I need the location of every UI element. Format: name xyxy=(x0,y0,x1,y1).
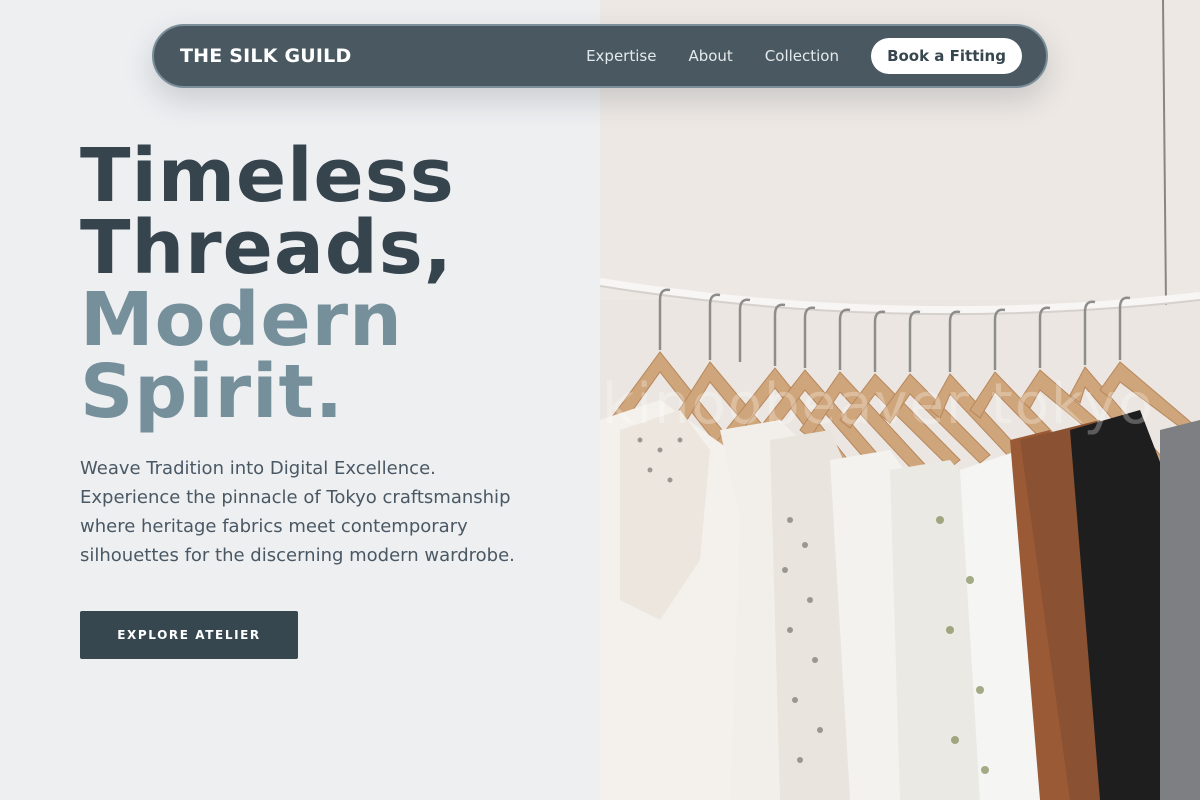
nav-link-collection[interactable]: Collection xyxy=(765,47,839,65)
nav-links: Expertise About Collection Book a Fittin… xyxy=(586,38,1022,74)
brand-logo[interactable]: THE SILK GUILD xyxy=(180,45,351,67)
landing-page: Timeless Threads, Modern Spirit. Weave T… xyxy=(0,0,1200,800)
description-line: where heritage fabrics meet contemporary xyxy=(80,516,468,537)
description-line: silhouettes for the discerning modern wa… xyxy=(80,545,515,566)
headline-line-1: Timeless xyxy=(80,133,455,219)
hero-headline: Timeless Threads, Modern Spirit. xyxy=(80,133,455,435)
hero-description: Weave Tradition into Digital Excellence.… xyxy=(80,454,540,570)
headline-line-3: Modern xyxy=(80,277,403,363)
headline-line-4: Spirit. xyxy=(80,349,344,435)
hero-section: Timeless Threads, Modern Spirit. Weave T… xyxy=(0,0,600,800)
description-line: Experience the pinnacle of Tokyo craftsm… xyxy=(80,487,511,508)
photo-watermark: kinoobeaver tokyo xyxy=(602,372,1155,437)
explore-atelier-button[interactable]: EXPLORE ATELIER xyxy=(80,611,298,659)
description-line: Weave Tradition into Digital Excellence. xyxy=(80,458,436,479)
book-fitting-button[interactable]: Book a Fitting xyxy=(871,38,1022,74)
headline-line-2: Threads, xyxy=(80,205,453,291)
top-navigation: THE SILK GUILD Expertise About Collectio… xyxy=(152,24,1048,88)
nav-link-expertise[interactable]: Expertise xyxy=(586,47,656,65)
nav-link-about[interactable]: About xyxy=(688,47,732,65)
